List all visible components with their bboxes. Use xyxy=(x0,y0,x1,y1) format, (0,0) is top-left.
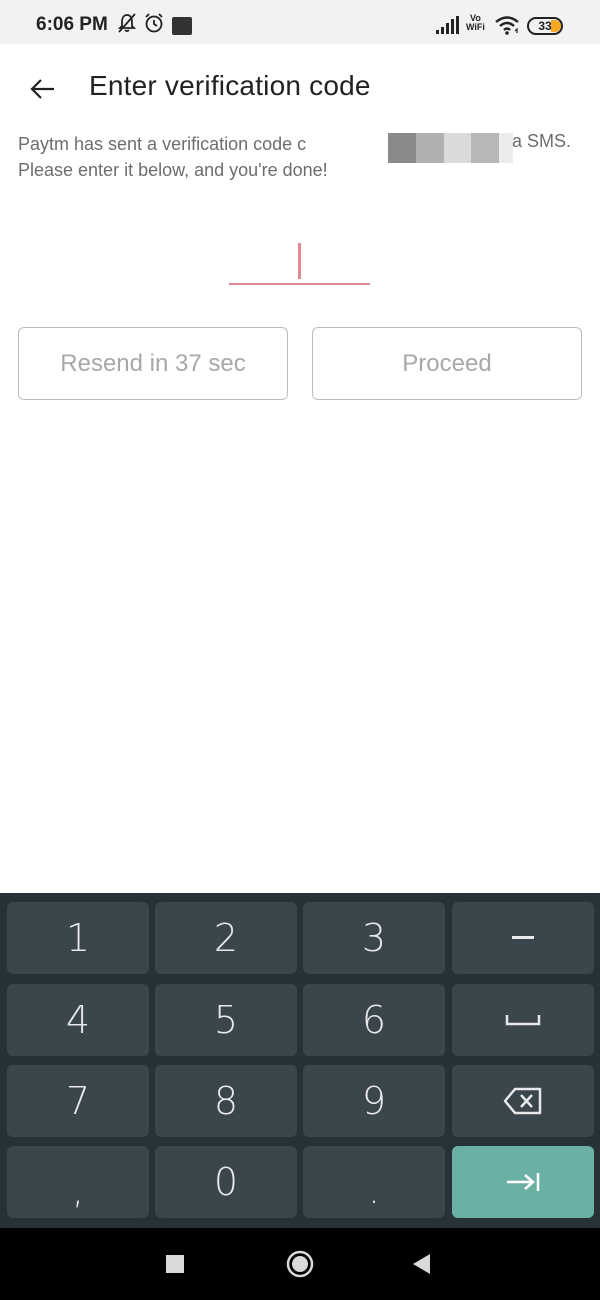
key-7[interactable]: 7 xyxy=(7,1065,149,1137)
page-title: Enter verification code xyxy=(89,70,371,101)
key-label: 6 xyxy=(361,998,387,1042)
signal-icon xyxy=(436,16,459,34)
bell-off-icon xyxy=(117,13,137,33)
key-1[interactable]: 1 xyxy=(7,902,149,974)
key-3[interactable]: 3 xyxy=(303,902,445,974)
key-label: 4 xyxy=(65,998,91,1042)
key-minus[interactable] xyxy=(452,902,594,974)
key-comma[interactable]: , xyxy=(7,1146,149,1218)
vowifi-icon: Vo WiFi xyxy=(466,13,485,32)
key-label: , xyxy=(71,1168,85,1212)
space-icon xyxy=(505,1015,541,1026)
status-bar: 6:06 PM Vo WiFi 33 xyxy=(0,0,600,44)
resend-button[interactable]: Resend in 37 sec xyxy=(18,327,288,400)
proceed-button[interactable]: Proceed xyxy=(312,327,582,400)
text-cursor xyxy=(298,243,301,279)
home-circle-icon[interactable] xyxy=(286,1250,314,1278)
key-5[interactable]: 5 xyxy=(155,984,297,1056)
numeric-keyboard: 1 2 3 4 5 6 7 8 9 , 0 . xyxy=(0,893,600,1228)
description-tail: a SMS. xyxy=(512,131,572,151)
otp-underline xyxy=(229,283,370,285)
key-label: 1 xyxy=(65,916,91,960)
alarm-icon xyxy=(145,13,163,33)
battery-level: 33 xyxy=(538,19,552,33)
key-label: 0 xyxy=(213,1160,239,1204)
key-period[interactable]: . xyxy=(303,1146,445,1218)
system-nav-bar xyxy=(0,1228,600,1300)
key-label: . xyxy=(367,1168,381,1212)
key-9[interactable]: 9 xyxy=(303,1065,445,1137)
app-notification-icon xyxy=(172,17,192,35)
key-4[interactable]: 4 xyxy=(7,984,149,1056)
key-8[interactable]: 8 xyxy=(155,1065,297,1137)
minus-icon xyxy=(512,936,534,939)
wifi-icon xyxy=(495,16,519,35)
backspace-icon xyxy=(503,1087,542,1115)
key-label: 8 xyxy=(213,1079,239,1123)
key-backspace[interactable] xyxy=(452,1065,594,1137)
recents-square-icon[interactable] xyxy=(166,1255,184,1273)
key-label: 9 xyxy=(361,1079,387,1123)
battery-icon: 33 xyxy=(527,17,563,35)
back-triangle-icon[interactable] xyxy=(412,1253,432,1275)
key-next[interactable] xyxy=(452,1146,594,1218)
key-label: 7 xyxy=(65,1079,91,1123)
key-2[interactable]: 2 xyxy=(155,902,297,974)
key-label: 3 xyxy=(361,916,387,960)
redacted-phone-number xyxy=(388,133,513,163)
key-0[interactable]: 0 xyxy=(155,1146,297,1218)
arrow-left-icon[interactable] xyxy=(28,74,58,104)
key-6[interactable]: 6 xyxy=(303,984,445,1056)
key-label: 5 xyxy=(213,998,239,1042)
key-space[interactable] xyxy=(452,984,594,1056)
status-time: 6:06 PM xyxy=(36,14,108,35)
tab-next-icon xyxy=(507,1173,540,1191)
key-label: 2 xyxy=(213,916,239,960)
